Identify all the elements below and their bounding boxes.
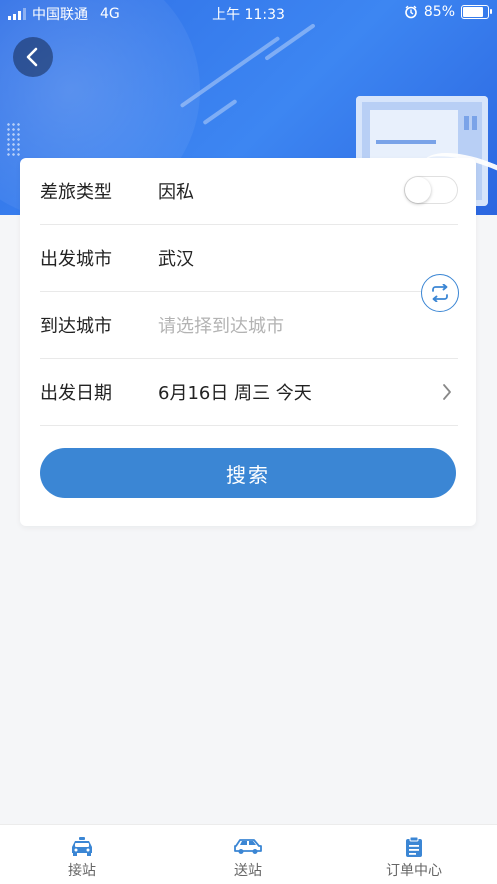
clipboard-icon	[406, 837, 422, 857]
battery-icon	[461, 5, 492, 19]
arrival-city-row[interactable]: 到达城市 请选择到达城市	[40, 292, 458, 359]
travel-type-row: 差旅类型 因私	[40, 158, 458, 225]
travel-type-value: 因私	[158, 182, 194, 203]
departure-city-label: 出发城市	[40, 249, 112, 270]
tab-orders-label: 订单中心	[386, 863, 442, 879]
chevron-right-icon	[443, 384, 451, 400]
alarm-icon	[405, 5, 417, 19]
arrival-city-placeholder[interactable]: 请选择到达城市	[158, 312, 284, 338]
tab-dropoff-label: 送站	[234, 863, 262, 879]
banner-dots	[6, 122, 22, 158]
taxi-icon	[72, 837, 92, 856]
tab-pickup-label: 接站	[68, 863, 96, 879]
departure-date-value[interactable]: 6月16日 周三 今天	[158, 379, 312, 405]
search-form-card: 差旅类型 因私 出发城市 武汉 到达城市 请选择到达城市 出发日期 6月16日 …	[20, 158, 476, 526]
car-icon	[234, 839, 262, 854]
back-button[interactable]	[13, 37, 53, 77]
chevron-left-icon	[26, 47, 38, 67]
tab-pickup[interactable]: 接站	[2, 825, 162, 884]
tab-bar: 接站 送站 订单中心	[0, 824, 497, 884]
travel-type-toggle[interactable]	[404, 176, 458, 204]
status-bar: 中国联通 4G 上午 11:33 85%	[0, 0, 497, 26]
travel-type-label: 差旅类型	[40, 182, 112, 203]
departure-date-row[interactable]: 出发日期 6月16日 周三 今天	[40, 359, 458, 426]
search-button[interactable]: 搜索	[40, 448, 456, 498]
departure-city-row[interactable]: 出发城市 武汉	[40, 225, 458, 292]
departure-date-label: 出发日期	[40, 383, 112, 404]
tab-orders[interactable]: 订单中心	[334, 825, 494, 884]
tab-dropoff[interactable]: 送站	[168, 825, 328, 884]
departure-city-value[interactable]: 武汉	[158, 245, 194, 271]
arrival-city-label: 到达城市	[40, 316, 112, 337]
swap-icon	[432, 284, 448, 302]
battery-percent: 85%	[423, 4, 455, 20]
banner-streak	[202, 98, 238, 126]
swap-cities-button[interactable]	[421, 274, 459, 312]
